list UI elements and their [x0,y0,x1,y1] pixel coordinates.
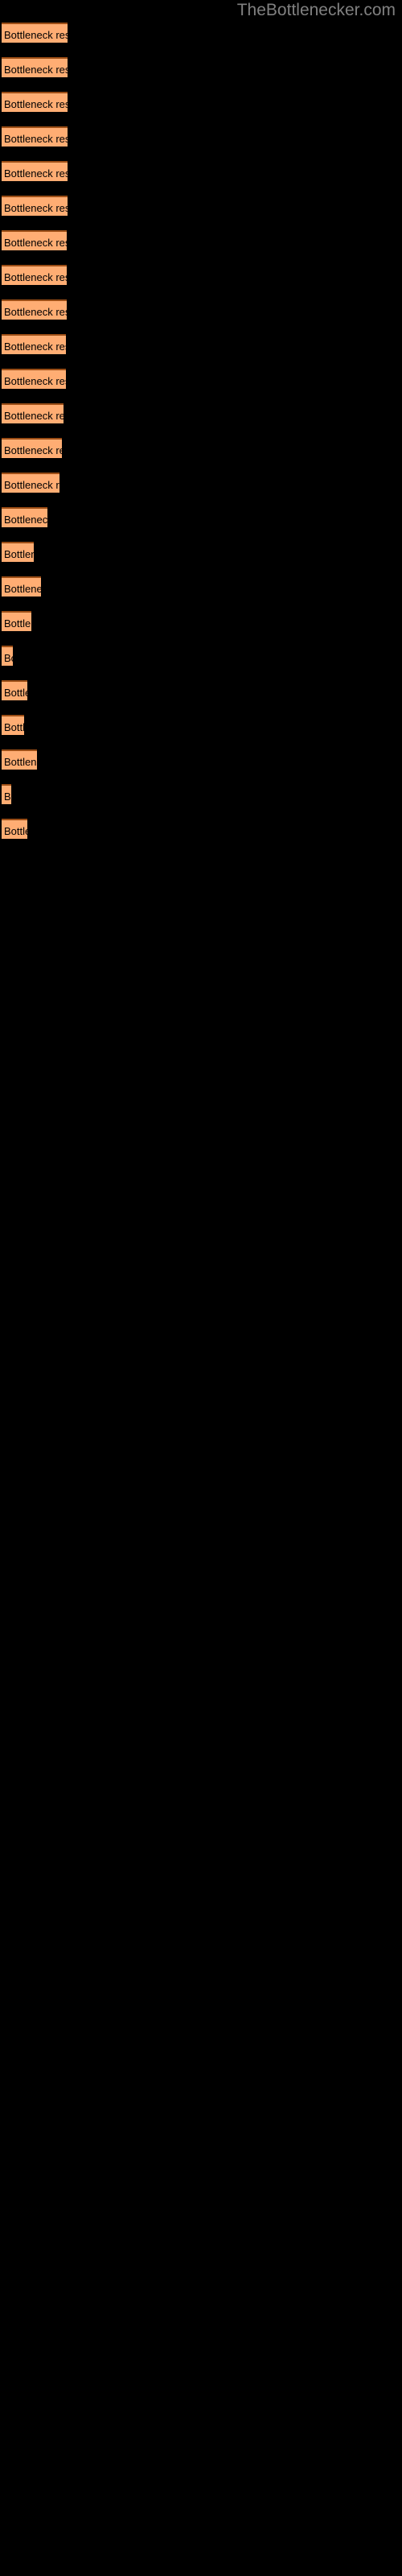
bar-label: Bottleneck result [4,410,64,422]
bar-label: Bottleneck result [4,687,27,699]
bottleneck-result-bar[interactable]: Bottleneck result [2,749,37,770]
bar-label: Bottleneck result [4,29,68,41]
bottleneck-result-bar[interactable]: Bottleneck result [2,507,47,527]
bottleneck-result-bar[interactable]: Bottleneck result [2,542,34,562]
bottleneck-result-bar[interactable]: Bottleneck result [2,680,27,700]
bar-label: Bottleneck result [4,167,68,180]
bar-label: Bottleneck result [4,202,68,214]
bottleneck-result-bar[interactable]: Bottleneck result [2,784,11,804]
bar-label: Bottleneck result [4,306,67,318]
bar-label: Bottleneck result [4,514,47,526]
bottleneck-result-bar[interactable]: Bottleneck result [2,646,13,666]
bottleneck-result-bar[interactable]: Bottleneck result [2,438,62,458]
bar-label: Bottleneck result [4,617,31,630]
bottleneck-result-bar[interactable]: Bottleneck result [2,161,68,181]
bottleneck-result-bar[interactable]: Bottleneck result [2,92,68,112]
bar-label: Bottleneck result [4,64,68,76]
bar-label: Bottleneck result [4,479,59,491]
bar-label: Bottleneck result [4,652,13,664]
bar-label: Bottleneck result [4,756,37,768]
bar-label: Bottleneck result [4,548,34,560]
bar-label: Bottleneck result [4,721,24,733]
bar-label: Bottleneck result [4,341,66,353]
bottleneck-bar-chart: Bottleneck result Bottleneck result Bottle… [0,0,402,2576]
bar-label: Bottleneck result [4,237,67,249]
bottleneck-result-bar[interactable]: Bottleneck result [2,403,64,423]
bottleneck-result-bar[interactable]: Bottleneck result [2,819,27,839]
bar-label: Bottleneck result [4,825,27,837]
bottleneck-result-bar[interactable]: Bottleneck result [2,299,67,320]
bottleneck-result-bar[interactable]: Bottleneck result [2,230,67,250]
bottleneck-result-bar[interactable]: Bottleneck result [2,265,67,285]
bottleneck-result-bar[interactable]: Bottleneck result [2,196,68,216]
bottleneck-result-bar[interactable]: Bottleneck result [2,57,68,77]
bottleneck-result-bar[interactable]: Bottleneck result [2,576,41,597]
bar-label: Bottleneck result [4,583,41,595]
bar-label: Bottleneck result [4,444,62,456]
bottleneck-result-bar[interactable]: Bottleneck result [2,473,59,493]
bottleneck-result-bar[interactable]: Bottleneck result [2,23,68,43]
bottleneck-result-bar[interactable]: Bottleneck result [2,715,24,735]
bottleneck-result-bar[interactable]: Bottleneck result [2,369,66,389]
bottleneck-result-bar[interactable]: Bottleneck result [2,126,68,147]
bottleneck-result-bar[interactable]: Bottleneck result [2,334,66,354]
bottleneck-result-bar[interactable]: Bottleneck result [2,611,31,631]
bar-label: Bottleneck result [4,375,66,387]
bar-label: Bottleneck result [4,98,68,110]
bar-label: Bottleneck result [4,133,68,145]
bar-label: Bottleneck result [4,271,67,283]
bar-label: Bottleneck result [4,791,11,803]
